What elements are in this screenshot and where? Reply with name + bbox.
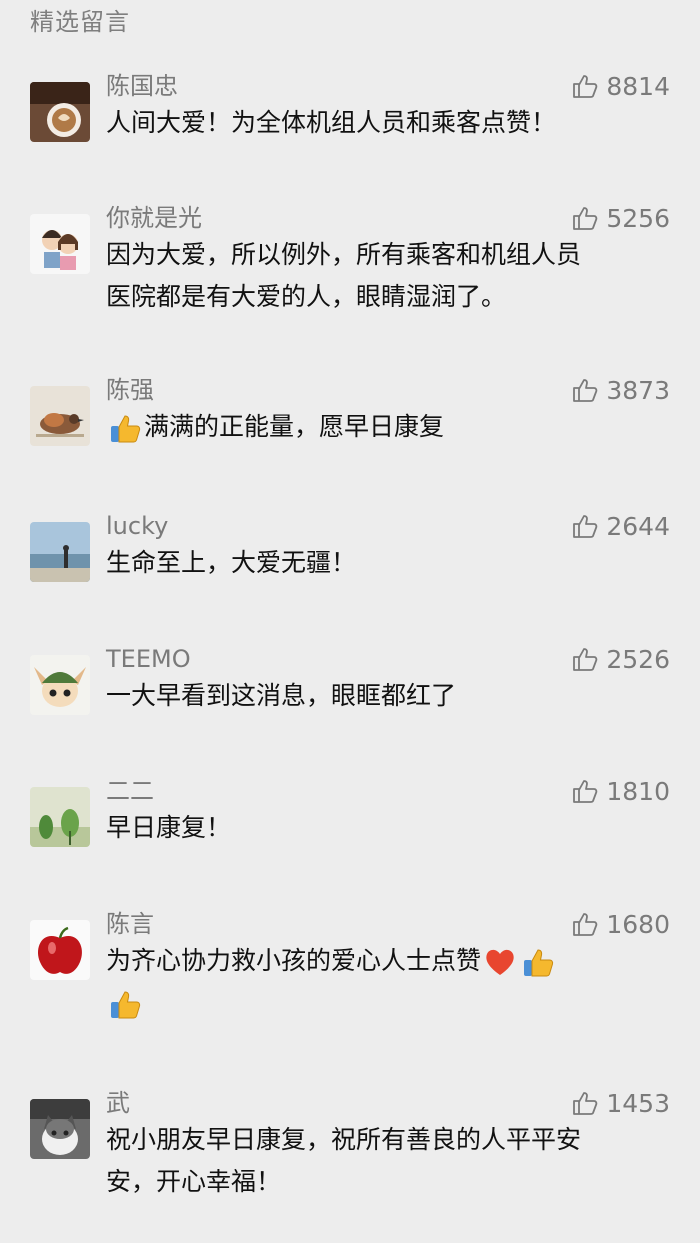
- thumbs-up-outline-icon: [572, 205, 598, 231]
- comment-line: 满满的正能量，愿早日康复: [144, 412, 445, 441]
- thumbs-up-emoji: [108, 987, 142, 1021]
- comment-text: 人间大爱！为全体机组人员和乘客点赞！: [106, 102, 672, 144]
- like-button[interactable]: 1453: [572, 1085, 670, 1121]
- comment-text: 早日康复！: [106, 807, 672, 849]
- like-button[interactable]: 3873: [572, 372, 670, 408]
- like-button[interactable]: 2644: [572, 508, 670, 544]
- username[interactable]: 武: [106, 1085, 130, 1121]
- comment-line: 安，开心幸福！: [106, 1167, 282, 1196]
- like-count: 8814: [606, 71, 670, 101]
- comment-text: 生命至上，大爱无疆！: [106, 542, 672, 584]
- username[interactable]: 陈言: [106, 906, 154, 942]
- thumbs-up-emoji: [521, 945, 555, 979]
- like-button[interactable]: 1810: [572, 773, 670, 809]
- like-count: 5256: [606, 203, 670, 233]
- username[interactable]: 你就是光: [106, 200, 202, 236]
- like-button[interactable]: 1680: [572, 906, 670, 942]
- thumbs-up-outline-icon: [572, 1090, 598, 1116]
- bird-avatar[interactable]: [30, 386, 90, 446]
- comment-line: 早日康复！: [106, 813, 232, 842]
- comment-line: 生命至上，大爱无疆！: [106, 548, 357, 577]
- like-button[interactable]: 2526: [572, 641, 670, 677]
- username[interactable]: 二二: [106, 773, 154, 809]
- comment-line: 因为大爱，所以例外，所有乘客和机组人员: [106, 240, 582, 269]
- thumbs-up-outline-icon: [572, 911, 598, 937]
- username[interactable]: TEEMO: [106, 641, 191, 677]
- comment-text: 因为大爱，所以例外，所有乘客和机组人员 医院都是有大爱的人，眼睛湿润了。: [106, 234, 672, 318]
- comment-line: 为齐心协力救小孩的爱心人士点赞: [106, 946, 482, 975]
- comment-line: 一大早看到这消息，眼眶都红了: [106, 681, 457, 710]
- cat-avatar[interactable]: [30, 1099, 90, 1159]
- like-count: 1453: [606, 1088, 670, 1118]
- thumbs-up-outline-icon: [572, 513, 598, 539]
- thumbs-up-outline-icon: [572, 646, 598, 672]
- like-button[interactable]: 5256: [572, 200, 670, 236]
- comment-text: 祝小朋友早日康复，祝所有善良的人平平安 安，开心幸福！: [106, 1119, 672, 1203]
- seaside-person-avatar[interactable]: [30, 522, 90, 582]
- thumbs-up-outline-icon: [572, 377, 598, 403]
- comment-line: 人间大爱！为全体机组人员和乘客点赞！: [106, 108, 557, 137]
- comment-line: 祝小朋友早日康复，祝所有善良的人平平安: [106, 1125, 582, 1154]
- coffee-avatar[interactable]: [30, 82, 90, 142]
- plant-avatar[interactable]: [30, 787, 90, 847]
- thumbs-up-outline-icon: [572, 73, 598, 99]
- comment-text: 满满的正能量，愿早日康复: [106, 406, 672, 448]
- comment-line: 医院都是有大爱的人，眼睛湿润了。: [106, 282, 507, 311]
- comment-text: 一大早看到这消息，眼眶都红了: [106, 675, 672, 717]
- username[interactable]: 陈强: [106, 372, 154, 408]
- apple-avatar[interactable]: [30, 920, 90, 980]
- cartoon-couple-avatar[interactable]: [30, 214, 90, 274]
- section-title: 精选留言: [30, 8, 130, 36]
- thumbs-up-outline-icon: [572, 778, 598, 804]
- like-button[interactable]: 8814: [572, 68, 670, 104]
- like-count: 1810: [606, 776, 670, 806]
- like-count: 2526: [606, 644, 670, 674]
- thumbs-up-emoji: [108, 411, 142, 445]
- comment-text: 为齐心协力救小孩的爱心人士点赞: [106, 940, 672, 1024]
- username[interactable]: 陈国忠: [106, 68, 178, 104]
- username[interactable]: lucky: [106, 508, 168, 544]
- like-count: 2644: [606, 511, 670, 541]
- teemo-avatar[interactable]: [30, 655, 90, 715]
- like-count: 3873: [606, 375, 670, 405]
- red-heart-emoji: [483, 945, 517, 979]
- like-count: 1680: [606, 909, 670, 939]
